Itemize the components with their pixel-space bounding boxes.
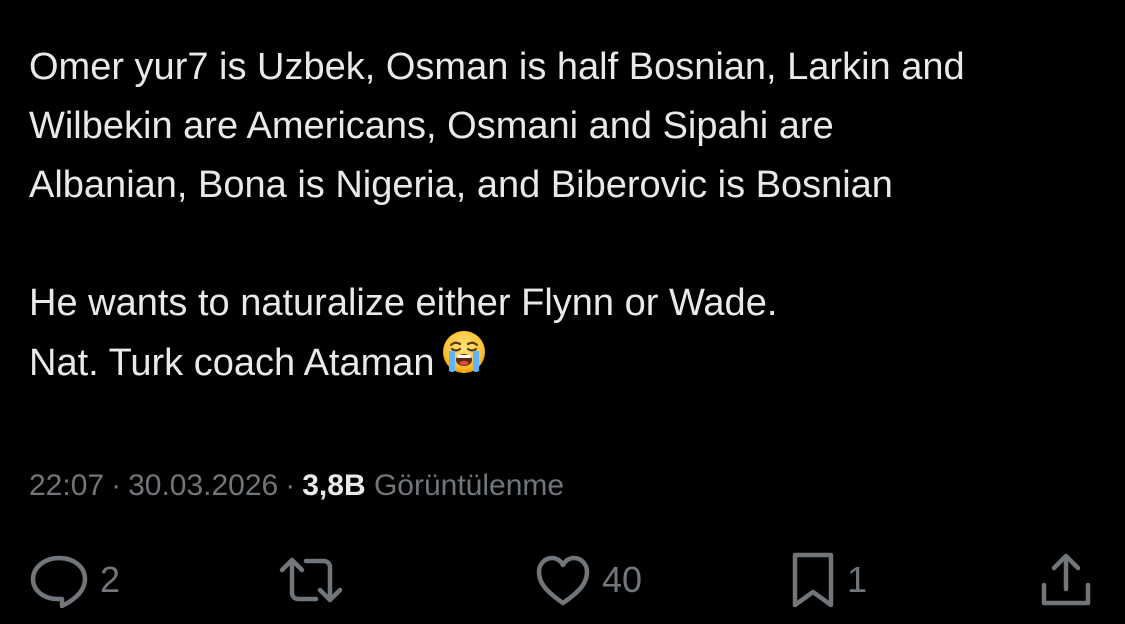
share-button[interactable] — [1038, 548, 1094, 612]
bookmark-button[interactable]: 1 — [789, 548, 867, 612]
share-icon — [1038, 551, 1094, 609]
like-count: 40 — [602, 559, 643, 600]
reply-icon — [28, 552, 90, 608]
tweet-line: Albanian, Bona is Nigeria, and Biberovic… — [29, 164, 893, 206]
tweet-meta: 22:07 · 30.03.2026 · 3,8B Görüntülenme — [29, 466, 564, 506]
tweet-text: Omer yur7 is Uzbek, Osman is half Bosnia… — [29, 38, 1099, 397]
reply-button[interactable]: 2 — [28, 548, 120, 612]
tweet-time[interactable]: 22:07 — [29, 469, 104, 502]
like-button[interactable]: 40 — [534, 548, 642, 612]
loudly-crying-face-emoji — [441, 329, 487, 393]
tweet-date[interactable]: 30.03.2026 — [128, 469, 278, 502]
views-count[interactable]: 3,8B — [302, 469, 365, 502]
tweet-line: Nat. Turk coach Ataman — [29, 331, 1099, 397]
tweet-line: He wants to naturalize either Flynn or W… — [29, 282, 778, 324]
tweet-line-text: Nat. Turk coach Ataman — [29, 342, 435, 385]
tweet-line: Omer yur7 is Uzbek, Osman is half Bosnia… — [29, 46, 965, 88]
tweet-actions: 2 40 1 — [0, 548, 1125, 612]
meta-separator: · — [285, 469, 296, 502]
views-label: Görüntülenme — [373, 469, 565, 502]
reply-count: 2 — [100, 559, 121, 600]
tweet-line: Wilbekin are Americans, Osmani and Sipah… — [29, 105, 834, 147]
heart-icon — [534, 553, 592, 607]
meta-separator: · — [111, 469, 122, 502]
bookmark-icon — [789, 550, 837, 610]
retweet-icon — [276, 552, 346, 608]
bookmark-count: 1 — [847, 559, 868, 600]
retweet-button[interactable] — [276, 548, 356, 612]
